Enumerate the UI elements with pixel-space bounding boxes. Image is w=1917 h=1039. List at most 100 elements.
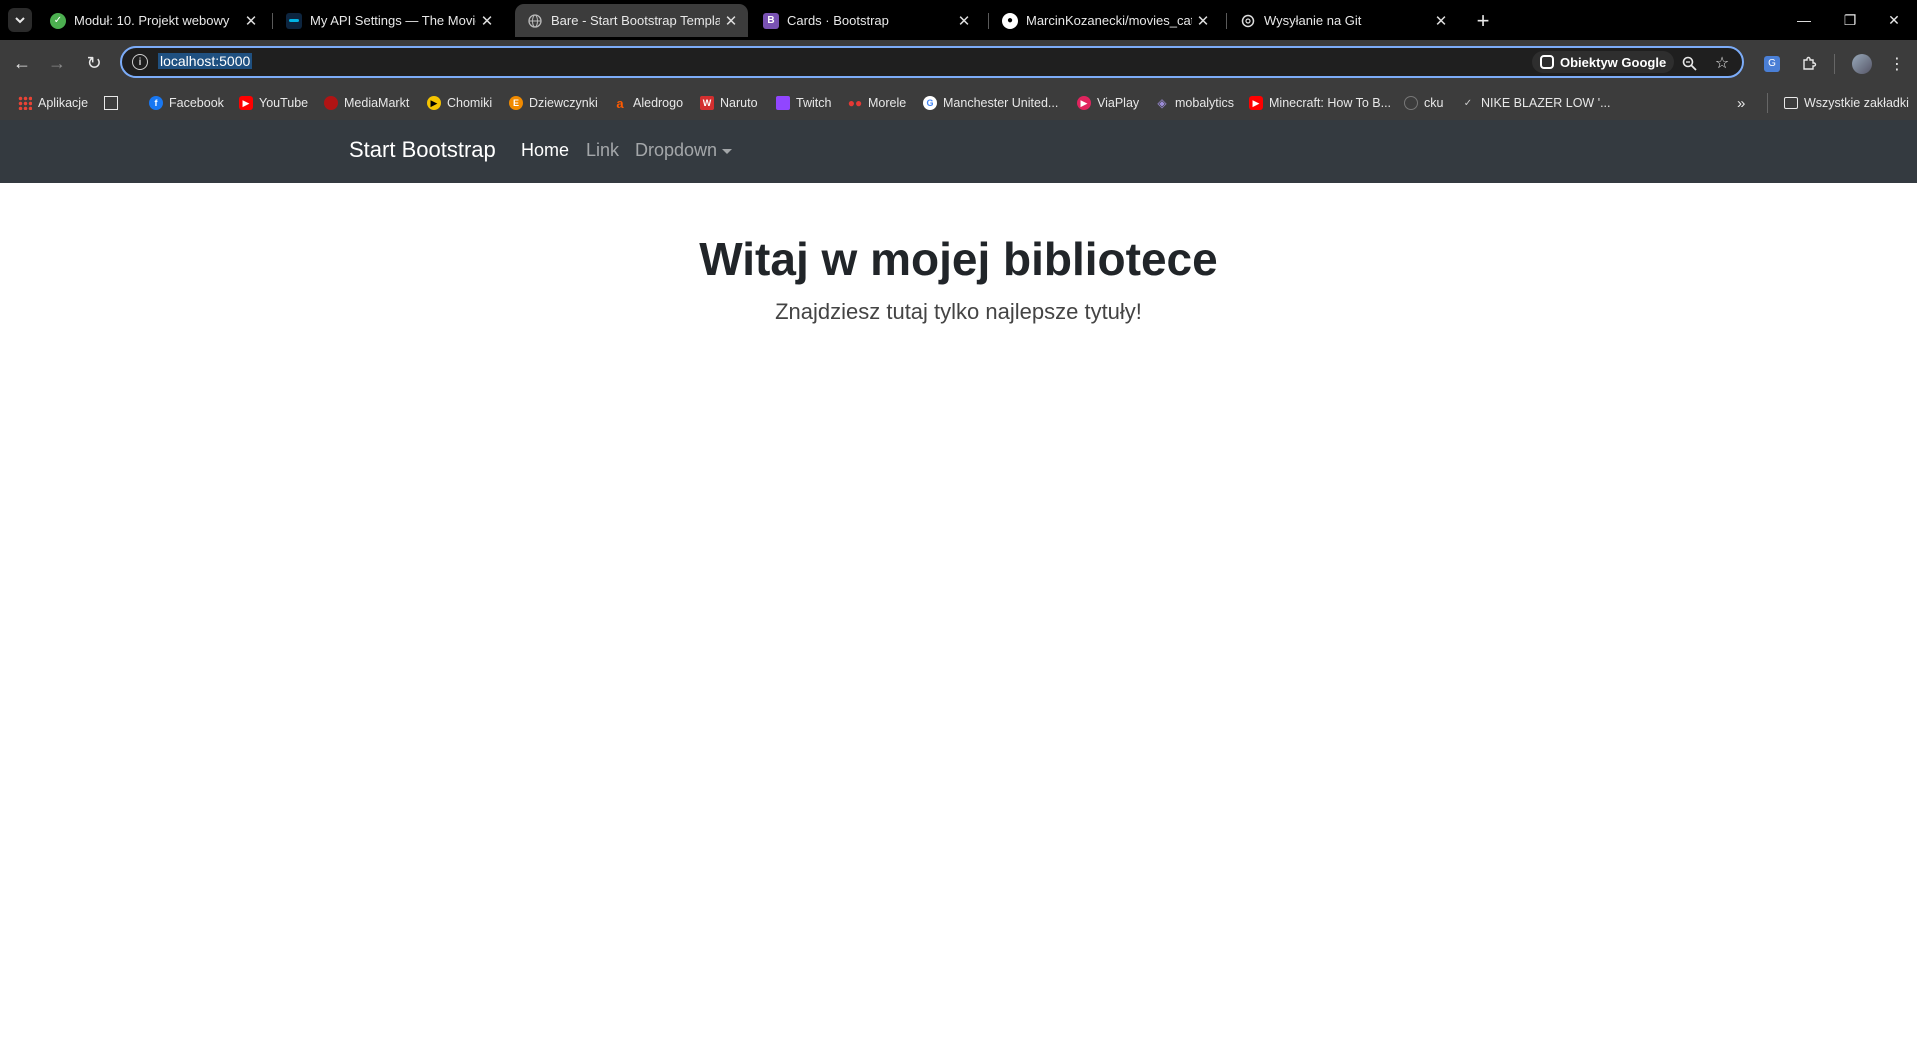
bookmark-minecraft[interactable]: ▶ Minecraft: How To B... [1249, 93, 1391, 113]
back-button[interactable]: ← [7, 48, 37, 78]
nav-link-home[interactable]: Home [521, 140, 569, 161]
bookmark-label: Facebook [169, 96, 224, 110]
bookmark-facebook[interactable]: f Facebook [149, 93, 224, 113]
bookmark-label: mobalytics [1175, 96, 1235, 110]
close-icon: ✕ [1888, 11, 1900, 28]
viaplay-icon: ▶ [1077, 96, 1091, 110]
dziewczynki-icon: E [509, 96, 523, 110]
translate-icon: G [1764, 56, 1780, 72]
tab-cards-bootstrap[interactable]: B Cards · Bootstrap ✕ [751, 4, 981, 37]
translate-button[interactable]: G [1758, 50, 1786, 78]
bookmark-mediamarkt[interactable]: MediaMarkt [324, 93, 409, 113]
green-check-icon: ✓ [50, 12, 66, 29]
profile-button[interactable] [1848, 50, 1876, 78]
minimize-button[interactable]: — [1781, 0, 1827, 40]
mobalytics-icon: ◈ [1157, 96, 1167, 110]
address-bar[interactable]: i localhost:5000 Obiektyw Google ☆ [120, 46, 1744, 78]
star-icon: ☆ [1714, 55, 1730, 72]
tab-search-button[interactable] [8, 8, 32, 32]
arrow-left-icon: ← [13, 52, 31, 73]
bookmark-cku[interactable]: cku [1404, 93, 1443, 113]
bookmark-dziewczynki[interactable]: E Dziewczynki [509, 93, 598, 113]
extensions-button[interactable] [1795, 50, 1823, 78]
bookmark-aplikacje[interactable]: Aplikacje [18, 93, 88, 113]
reload-button[interactable]: ↻ [79, 48, 109, 78]
bookmark-aledrogo[interactable]: a Aledrogo [613, 93, 683, 113]
forward-button[interactable]: → [42, 48, 72, 78]
tab-title: My API Settings — The Movie D [310, 13, 476, 28]
globe-icon [527, 13, 543, 29]
zoom-button[interactable] [1677, 51, 1701, 75]
new-tab-button[interactable]: + [1470, 8, 1496, 34]
bookmark-label: Naruto [720, 96, 758, 110]
bookmark-grid[interactable] [104, 93, 124, 113]
apps-grid-icon [18, 96, 32, 110]
bookmark-manchester[interactable]: G Manchester United... [923, 93, 1058, 113]
double-chevron-right-icon: » [1737, 94, 1746, 112]
reload-icon: ↻ [86, 52, 102, 73]
all-bookmarks-folder[interactable]: Wszystkie zakładki [1784, 93, 1909, 113]
bookmark-chomiki[interactable]: ▶ Chomiki [427, 93, 492, 113]
more-bookmarks-button[interactable]: » [1737, 93, 1745, 113]
grid-icon [104, 96, 118, 110]
tab-tmdb[interactable]: My API Settings — The Movie D ✕ [274, 4, 504, 37]
lens-icon [1540, 55, 1554, 69]
nav-dropdown-label: Dropdown [635, 140, 718, 160]
tab-separator [988, 13, 989, 29]
tab-separator [272, 13, 273, 29]
lens-label: Obiektyw Google [1560, 54, 1667, 70]
bookmark-label: Minecraft: How To B... [1269, 96, 1392, 110]
page-lead: Znajdziesz tutaj tylko najlepsze tytuły! [775, 299, 1142, 324]
nav-dropdown[interactable]: Dropdown [635, 140, 733, 161]
close-icon[interactable]: ✕ [953, 10, 975, 32]
tab-modul[interactable]: ✓ Moduł: 10. Projekt webowy ✕ [38, 4, 268, 37]
bookmark-label: Manchester United... [943, 96, 1059, 110]
bookmark-label: Chomiki [447, 96, 493, 110]
close-icon[interactable]: ✕ [1192, 10, 1214, 32]
cku-icon [1404, 96, 1418, 110]
close-window-button[interactable]: ✕ [1871, 0, 1917, 40]
bookmark-star-button[interactable]: ☆ [1710, 51, 1734, 75]
close-icon[interactable]: ✕ [1430, 10, 1452, 32]
tab-bare-bootstrap[interactable]: Bare - Start Bootstrap Template ✕ [515, 4, 748, 37]
avatar [1852, 54, 1872, 74]
restore-button[interactable]: ❐ [1827, 0, 1873, 40]
tab-strip: ✓ Moduł: 10. Projekt webowy ✕ My API Set… [0, 0, 1917, 40]
bookmark-youtube[interactable]: ▶ YouTube [239, 93, 308, 113]
tab-title: Bare - Start Bootstrap Template [551, 13, 720, 28]
plus-icon: + [1476, 8, 1490, 33]
tab-github[interactable]: ● MarcinKozanecki/movies_catalo ✕ [990, 4, 1220, 37]
site-info-icon[interactable]: i [132, 54, 148, 70]
bookmark-naruto[interactable]: W Naruto [700, 93, 758, 113]
bookmarks-bar: Aplikacje f Facebook ▶ YouTube MediaMark… [0, 86, 1917, 120]
bookmark-label: Wszystkie zakładki [1804, 96, 1909, 110]
close-icon[interactable]: ✕ [720, 10, 742, 32]
close-icon[interactable]: ✕ [476, 10, 498, 32]
bookmark-label: Aledrogo [633, 96, 684, 110]
chomiki-icon: ▶ [427, 96, 441, 110]
menu-button[interactable]: ⋮ [1883, 50, 1911, 78]
bookmark-morele[interactable]: ●● Morele [848, 93, 906, 113]
bookmark-twitch[interactable]: Twitch [776, 93, 831, 113]
navbar-brand[interactable]: Start Bootstrap [349, 137, 496, 163]
facebook-icon: f [149, 96, 163, 110]
url-text[interactable]: localhost:5000 [158, 53, 253, 69]
nav-link-link[interactable]: Link [586, 140, 619, 161]
tab-separator [1226, 13, 1227, 29]
tab-wysylanie-git[interactable]: Wysyłanie na Git ✕ [1228, 4, 1458, 37]
bookmark-label: Twitch [796, 96, 832, 110]
nike-icon: ✓ [1463, 97, 1473, 109]
bookmark-label: MediaMarkt [344, 96, 410, 110]
bookmark-label: Dziewczynki [529, 96, 598, 110]
google-lens-button[interactable]: Obiektyw Google [1532, 51, 1675, 73]
kebab-menu-icon: ⋮ [1889, 56, 1905, 73]
allegro-icon: a [616, 95, 624, 111]
browser-toolbar: ← → ↻ i localhost:5000 Obiektyw Google ☆… [0, 40, 1917, 86]
bookmark-nike[interactable]: ✓ NIKE BLAZER LOW '... [1461, 93, 1611, 113]
morele-icon: ●● [847, 96, 863, 110]
bookmark-viaplay[interactable]: ▶ ViaPlay [1077, 93, 1139, 113]
tab-title: MarcinKozanecki/movies_catalo [1026, 13, 1192, 28]
bookmark-mobalytics[interactable]: ◈ mobalytics [1155, 93, 1234, 113]
github-icon: ● [1002, 12, 1018, 29]
close-icon[interactable]: ✕ [240, 10, 262, 32]
